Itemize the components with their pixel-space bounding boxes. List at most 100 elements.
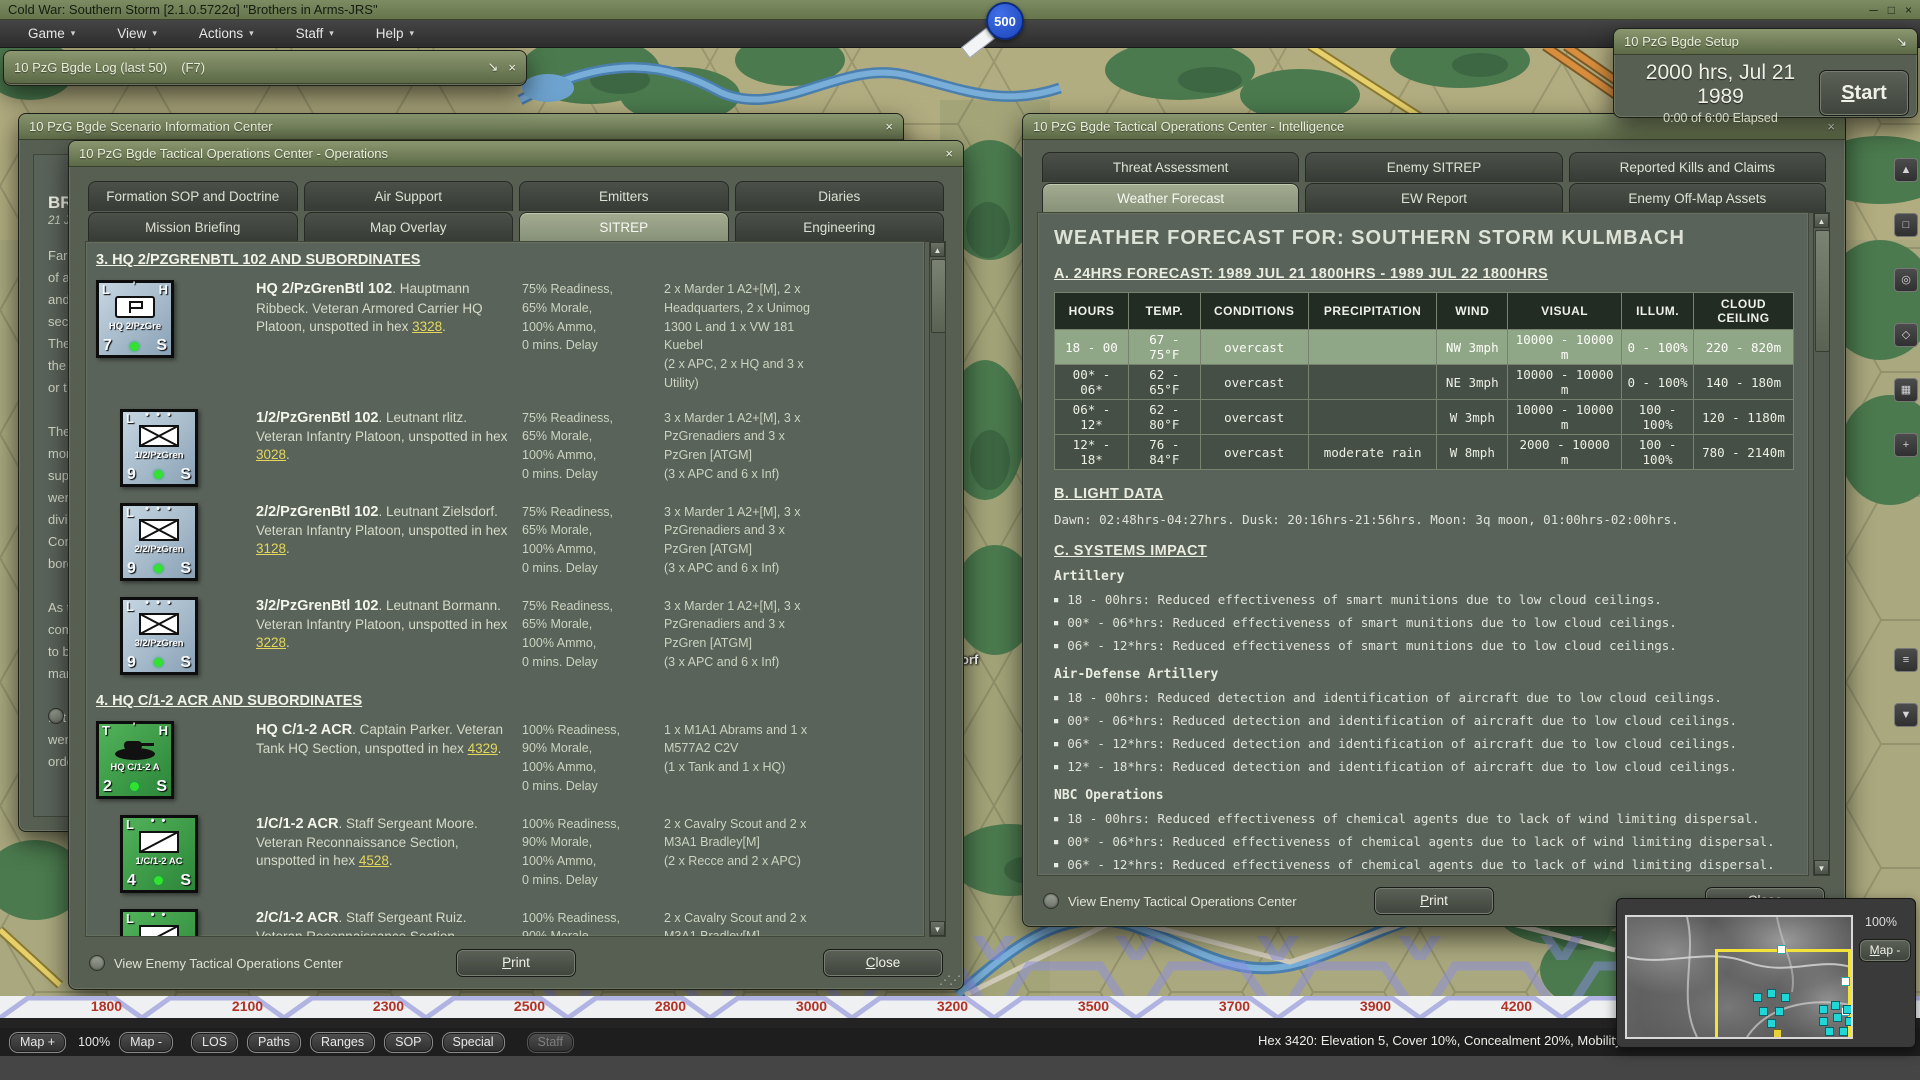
los-button[interactable]: LOS (191, 1032, 238, 1053)
hex-link[interactable]: 3228 (256, 635, 286, 650)
special-button[interactable]: Special (442, 1032, 505, 1053)
menu-staff[interactable]: Staff▾ (282, 26, 348, 41)
close-icon[interactable]: × (945, 146, 953, 161)
print-button[interactable]: Print (456, 949, 576, 977)
forecast-heading: A. 24HRS FORECAST: 1989 JUL 21 1800HRS -… (1054, 266, 1794, 282)
unit-counter-icon[interactable]: T ' H HQ C/1-2 A 2S (96, 721, 174, 799)
map-tool-icon[interactable]: + (1894, 433, 1918, 457)
view-enemy-toc-checkbox[interactable] (89, 955, 105, 971)
hex-link[interactable]: 3128 (256, 541, 286, 556)
restore-icon[interactable]: ↘ (488, 59, 499, 75)
intel-window: 10 PzG Bgde Tactical Operations Center -… (1022, 113, 1846, 927)
tab-engineering[interactable]: Engineering (735, 212, 945, 242)
tab-air-support[interactable]: Air Support (304, 181, 514, 211)
restore-icon[interactable]: ↘ (1896, 34, 1907, 50)
unit-counter-icon[interactable]: L • • 1/C/1-2 AC 4S (120, 815, 198, 893)
ops-scrollbar[interactable]: ▲ ▼ (929, 241, 946, 937)
sitrep-section-heading: 4. HQ C/1-2 ACR AND SUBORDINATES (96, 693, 924, 709)
menu-game[interactable]: Game▾ (14, 26, 89, 41)
scrollbar-thumb[interactable] (931, 259, 946, 333)
bridge-weight-marker[interactable]: 500 (986, 2, 1024, 40)
tab-ew-report[interactable]: EW Report (1305, 183, 1562, 213)
map-tool-icon[interactable]: □ (1894, 213, 1918, 237)
print-button[interactable]: Print (1374, 887, 1494, 915)
weather-title: WEATHER FORECAST FOR: SOUTHERN STORM KUL… (1054, 227, 1794, 250)
start-button[interactable]: Start (1819, 70, 1909, 116)
tab-weather-forecast[interactable]: Weather Forecast (1042, 183, 1299, 213)
restore-icon[interactable]: □ (1888, 3, 1895, 17)
status-dot (154, 470, 163, 479)
unit-equipment: 1 x M1A1 Abrams and 1 x M577A2 C2V (1 x … (664, 721, 924, 777)
tab-map-overlay[interactable]: Map Overlay (304, 212, 514, 242)
map-tool-icon[interactable]: ◇ (1894, 323, 1918, 347)
scroll-down-icon[interactable]: ▼ (1894, 703, 1918, 727)
weather-row: 06* - 12*62 - 80°F overcast W 3mph10000 … (1055, 400, 1794, 435)
scroll-down-icon[interactable]: ▼ (1814, 860, 1829, 875)
scroll-up-icon[interactable]: ▲ (1894, 158, 1918, 182)
minimap-map-button[interactable]: Map - (1859, 939, 1911, 962)
unit-name: 2/2/PzGrenBtl 102 (256, 504, 379, 520)
hex-link[interactable]: 3028 (256, 447, 286, 462)
unit-equipment: 2 x Marder 1 A2+[M], 2 x Headquarters, 2… (664, 280, 924, 393)
scenario-checkbox[interactable] (48, 708, 64, 724)
tab-enemy-offmap[interactable]: Enemy Off-Map Assets (1569, 183, 1826, 213)
close-icon[interactable]: × (508, 60, 516, 75)
unit-counter-icon[interactable]: L • • 2/C/1-2 AC 4S (120, 909, 198, 938)
minimize-icon[interactable]: ─ (1869, 3, 1878, 17)
close-button[interactable]: Close (823, 949, 943, 977)
unit-stats: 100% Readiness, 90% Morale, 100% Ammo, 0… (522, 721, 650, 796)
menu-view[interactable]: View▾ (103, 26, 171, 41)
unit-stats: 75% Readiness, 65% Morale, 100% Ammo, 0 … (522, 597, 650, 672)
unit-name: 2/C/1-2 ACR (256, 910, 338, 926)
close-icon[interactable]: × (1905, 3, 1912, 17)
tab-reported-kills[interactable]: Reported Kills and Claims (1569, 152, 1826, 182)
resize-grip-icon[interactable]: ⋰⋰ (939, 973, 959, 987)
unit-counter-icon[interactable]: L ' H HQ 2/PzGre 7S (96, 280, 174, 358)
menu-actions[interactable]: Actions▾ (185, 26, 268, 41)
menu-help[interactable]: Help▾ (362, 26, 428, 41)
map-zoom-out-button[interactable]: Map - (119, 1032, 173, 1053)
hex-link[interactable]: 4528 (359, 853, 389, 868)
unit-name: 1/2/PzGrenBtl 102 (256, 410, 379, 426)
view-enemy-toc-checkbox[interactable] (1043, 893, 1059, 909)
scroll-down-icon[interactable]: ▼ (930, 921, 945, 936)
close-icon[interactable]: × (885, 119, 893, 134)
tab-threat-assessment[interactable]: Threat Assessment (1042, 152, 1299, 182)
tab-formation-sop[interactable]: Formation SOP and Doctrine (88, 181, 298, 211)
map-zoom-in-button[interactable]: Map + (9, 1032, 66, 1053)
footer-strip (0, 1056, 1920, 1080)
tab-mission-briefing[interactable]: Mission Briefing (88, 212, 298, 242)
hex-link[interactable]: 3328 (412, 319, 442, 334)
map-tool-icon[interactable]: ▦ (1894, 378, 1918, 402)
scroll-up-icon[interactable]: ▲ (930, 242, 945, 257)
weather-pane: WEATHER FORECAST FOR: SOUTHERN STORM KUL… (1037, 212, 1809, 876)
app-title: Cold War: Southern Storm [2.1.0.5722α] "… (8, 2, 378, 17)
impact-bullets: 18 - 00hrs: Reduced effectiveness of sma… (1054, 592, 1794, 653)
zoom-tool-icon[interactable]: ◎ (1894, 268, 1918, 292)
hex-link[interactable]: 4329 (468, 741, 498, 756)
paths-button[interactable]: Paths (247, 1032, 301, 1053)
map-tool-icon[interactable]: ≡ (1894, 648, 1918, 672)
tab-emitters[interactable]: Emitters (519, 181, 729, 211)
log-window-title: 10 PzG Bgde Log (last 50) (14, 60, 167, 75)
unit-counter-icon[interactable]: L • • • 1/2/PzGren 9S (120, 409, 198, 487)
recon-symbol (139, 831, 179, 853)
tab-diaries[interactable]: Diaries (735, 181, 945, 211)
tab-enemy-sitrep[interactable]: Enemy SITREP (1305, 152, 1562, 182)
ranges-button[interactable]: Ranges (310, 1032, 375, 1053)
minimap[interactable] (1625, 915, 1853, 1039)
log-window-hotkey: (F7) (181, 60, 205, 75)
viewport-handle[interactable] (1777, 945, 1786, 954)
unit-dot (1839, 1027, 1848, 1036)
scrollbar-thumb[interactable] (1815, 230, 1830, 352)
tab-sitrep[interactable]: SITREP (519, 212, 729, 242)
impact-section-title: Artillery (1054, 569, 1794, 584)
sop-button[interactable]: SOP (384, 1032, 432, 1053)
viewport-handle[interactable] (1841, 977, 1850, 986)
unit-counter-icon[interactable]: L • • • 2/2/PzGren 9S (120, 503, 198, 581)
unit-counter-icon[interactable]: L • • • 3/2/PzGren 9S (120, 597, 198, 675)
unit-name: HQ C/1-2 ACR (256, 722, 352, 738)
unit-dot (1767, 1019, 1776, 1028)
scroll-up-icon[interactable]: ▲ (1814, 213, 1829, 228)
intel-scrollbar[interactable]: ▲ ▼ (1813, 212, 1830, 876)
